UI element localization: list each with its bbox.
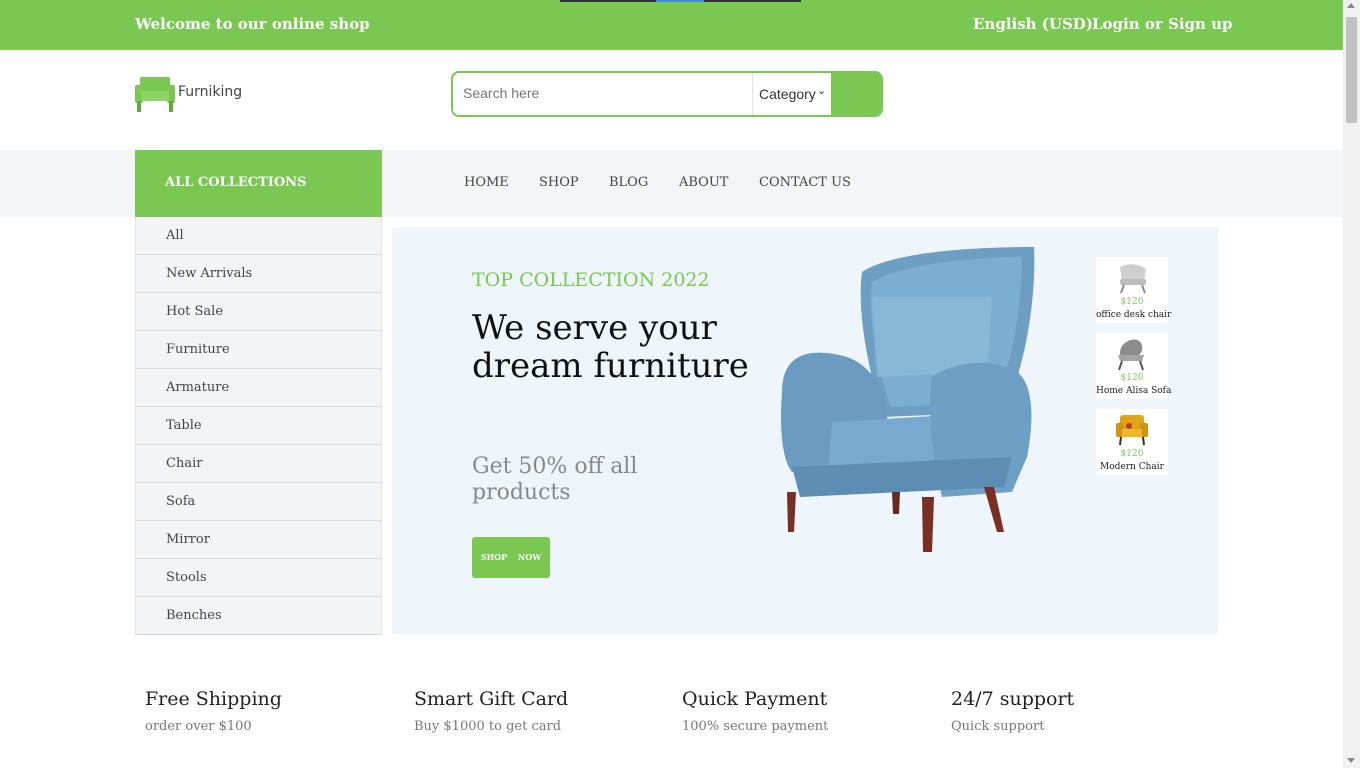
chevron-down-icon: ⌄ (817, 85, 827, 97)
feature-subtitle: order over $100 (145, 719, 252, 734)
active-tab-indicator (656, 0, 704, 2)
all-collections-header[interactable]: ALL COLLECTIONS (135, 150, 382, 217)
all-collections-label: ALL COLLECTIONS (165, 175, 307, 190)
category-select[interactable]: Category ⌄ (752, 73, 831, 115)
category-item-chair[interactable]: Chair (135, 445, 382, 483)
yellow-armchair-icon (1116, 415, 1148, 446)
nav-home[interactable]: HOME (464, 175, 509, 190)
category-list: All New Arrivals Hot Sale Furniture Arma… (135, 217, 382, 635)
category-item-label: Chair (166, 456, 203, 471)
product-name: Modern Chair (1100, 462, 1164, 472)
category-item-stools[interactable]: Stools (135, 559, 382, 597)
feature-subtitle: Quick support (951, 719, 1045, 734)
category-item-label: Benches (166, 608, 222, 623)
page-scrollbar[interactable] (1343, 0, 1360, 768)
site-logo[interactable]: Furniking (135, 75, 255, 113)
category-item-new-arrivals[interactable]: New Arrivals (135, 255, 382, 293)
hero-eyebrow: TOP COLLECTION 2022 (472, 269, 710, 291)
category-item-label: All (166, 228, 184, 243)
armchair-logo-icon (135, 77, 175, 112)
category-item-table[interactable]: Table (135, 407, 382, 445)
product-name: office desk chair (1096, 310, 1172, 320)
product-thumb-modern-chair[interactable]: $120 Modern Chair (1096, 409, 1168, 475)
product-thumb-office-desk-chair[interactable]: $120 office desk chair (1096, 257, 1172, 323)
product-name: Home Alisa Sofa (1096, 386, 1172, 396)
category-item-label: Sofa (166, 494, 196, 509)
feature-quick-payment: Quick Payment 100% secure payment (682, 688, 828, 734)
lounge-chair-icon (1118, 339, 1144, 371)
category-item-label: New Arrivals (166, 266, 253, 281)
category-item-label: Stools (166, 570, 207, 585)
login-signup-link[interactable]: Login or Sign up (1092, 15, 1233, 33)
brand-name: Furniking (178, 84, 243, 100)
feature-title: 24/7 support (951, 688, 1075, 710)
welcome-message: Welcome to our online shop (135, 15, 370, 33)
search-input[interactable] (463, 85, 743, 101)
hero-banner: TOP COLLECTION 2022 We serve your dream … (392, 227, 1218, 634)
category-item-all[interactable]: All (135, 217, 382, 255)
scrollbar-thumb[interactable] (1346, 17, 1357, 123)
category-item-hot-sale[interactable]: Hot Sale (135, 293, 382, 331)
feature-subtitle: Buy $1000 to get card (414, 719, 562, 734)
top-bar: Welcome to our online shop English (USD)… (0, 0, 1343, 50)
category-item-label: Furniture (166, 342, 230, 357)
office-chair-icon (1120, 264, 1146, 294)
feature-24-7-support: 24/7 support Quick support (951, 688, 1074, 734)
product-price: $120 (1120, 297, 1144, 307)
armchair-hero-image (781, 247, 1035, 552)
feature-title: Free Shipping (145, 688, 282, 710)
category-item-label: Armature (166, 380, 230, 395)
search-button[interactable] (831, 73, 881, 115)
category-item-sofa[interactable]: Sofa (135, 483, 382, 521)
category-item-mirror[interactable]: Mirror (135, 521, 382, 559)
category-item-benches[interactable]: Benches (135, 597, 382, 635)
category-item-label: Table (166, 418, 202, 433)
nav-about[interactable]: ABOUT (679, 175, 728, 190)
category-item-label: Hot Sale (166, 304, 224, 319)
scroll-up-arrow-icon[interactable] (1347, 3, 1355, 8)
nav-contact-us[interactable]: CONTACT US (759, 175, 851, 190)
feature-free-shipping: Free Shipping order over $100 (145, 688, 282, 734)
window-tab-strip (560, 0, 801, 2)
feature-title: Quick Payment (682, 688, 828, 710)
shop-now-button[interactable]: SHOP NOW (472, 537, 550, 578)
hero-headline: We serve your dream furniture (472, 308, 749, 386)
category-item-armature[interactable]: Armature (135, 369, 382, 407)
category-select-value: Category (759, 86, 816, 102)
search-bar: Category ⌄ (451, 71, 883, 117)
feature-smart-gift-card: Smart Gift Card Buy $1000 to get card (414, 688, 568, 734)
product-thumb-home-alisa-sofa[interactable]: $120 Home Alisa Sofa (1096, 333, 1172, 399)
feature-subtitle: 100% secure payment (682, 719, 829, 734)
hero-subheadline: Get 50% off all products (472, 454, 638, 505)
nav-shop[interactable]: SHOP (539, 175, 579, 190)
nav-blog[interactable]: BLOG (609, 175, 648, 190)
language-currency-selector[interactable]: English (USD) (973, 15, 1093, 33)
feature-title: Smart Gift Card (414, 688, 569, 710)
product-price: $120 (1120, 449, 1144, 459)
category-item-furniture[interactable]: Furniture (135, 331, 382, 369)
category-item-label: Mirror (166, 532, 210, 547)
scroll-down-arrow-icon[interactable] (1347, 758, 1355, 763)
product-price: $120 (1120, 373, 1144, 383)
